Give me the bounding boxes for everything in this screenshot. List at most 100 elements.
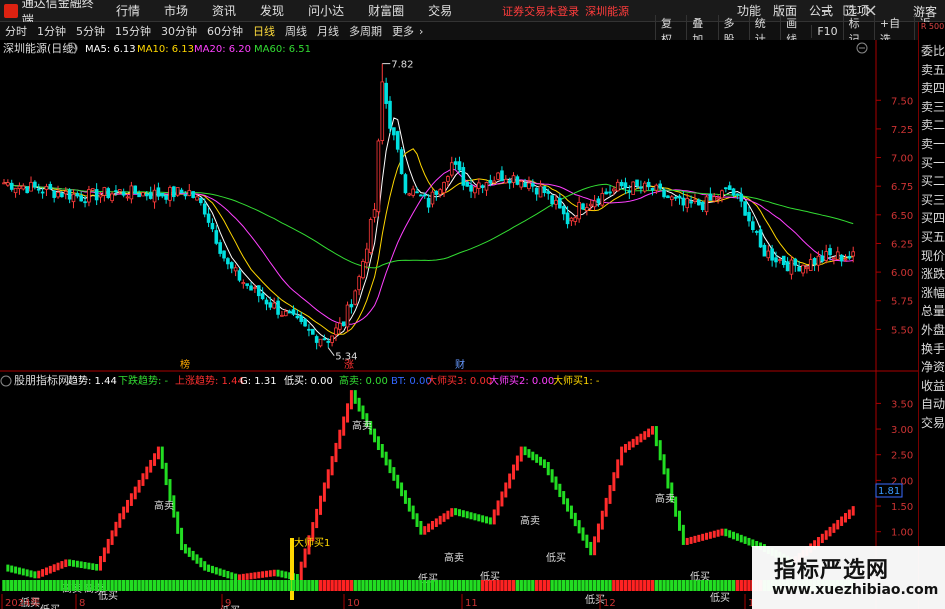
period-tab-timeshare[interactable]: 分时	[0, 23, 32, 39]
chart-area[interactable]: 7.50 7.25 7.00 6.75 6.50 6.25 6.00 5.75 5.50 深圳能…	[0, 40, 918, 609]
close-icon[interactable]	[865, 5, 876, 16]
tool-f10[interactable]: F10	[811, 24, 842, 38]
period-tab-multi[interactable]: 多周期	[344, 23, 387, 39]
ma-legend: MA5: 6.13 MA10: 6.13 MA20: 6.20 MA60: 6.51	[85, 44, 311, 55]
signal-cell	[369, 580, 373, 591]
quote-field-2[interactable]: 卖四	[919, 79, 945, 98]
candle-body	[353, 290, 358, 305]
trend-bar	[234, 573, 238, 581]
signal-cell	[148, 580, 153, 591]
trend-bar	[334, 442, 338, 463]
period-tab-daily[interactable]: 日线	[248, 23, 280, 39]
trend-bar	[230, 572, 234, 580]
trend-bar	[423, 526, 427, 535]
candle-body	[700, 201, 705, 210]
signal-cell	[280, 580, 284, 591]
indicator-field: G: 1.31	[240, 376, 277, 387]
period-tab-monthly[interactable]: 月线	[312, 23, 344, 39]
quote-field-16[interactable]: 换手	[919, 340, 945, 359]
trend-bar	[473, 513, 477, 521]
quote-field-14[interactable]: 总量	[919, 302, 945, 321]
signal-cell	[345, 580, 350, 591]
candle-body	[87, 189, 91, 203]
quote-field-18[interactable]: 收益	[919, 377, 945, 396]
signal-cell	[295, 580, 300, 591]
trend-bar	[542, 459, 546, 468]
trend-bar	[527, 449, 531, 458]
quote-field-9[interactable]: 买四	[919, 209, 945, 228]
signal-cell	[264, 580, 269, 591]
login-alert[interactable]: 证券交易未登录	[502, 3, 579, 19]
candle-body	[291, 309, 296, 315]
candle-body	[380, 81, 385, 141]
candle-body	[473, 186, 477, 194]
candle-body	[720, 190, 724, 199]
trend-bar	[149, 459, 153, 473]
trend-bar	[237, 574, 241, 581]
menu-market[interactable]: 市场	[152, 2, 200, 19]
event-mark[interactable]: 榜	[180, 358, 190, 371]
trend-bar	[820, 533, 824, 544]
quote-field-17[interactable]: 净资	[919, 358, 945, 377]
candle-body	[762, 244, 767, 257]
quote-field-5[interactable]: 卖一	[919, 135, 945, 154]
menu-wealth[interactable]: 财富圈	[356, 2, 416, 19]
quote-field-8[interactable]: 买三	[919, 191, 945, 210]
indicator-field: 大师买1: -	[553, 374, 600, 387]
trend-bar	[654, 426, 658, 447]
candle-body	[449, 162, 454, 176]
candle-body	[808, 259, 813, 271]
quote-field-20[interactable]: 交易	[919, 414, 945, 433]
signal-cell	[685, 580, 689, 591]
maximize-icon[interactable]	[843, 5, 854, 16]
menu-ask[interactable]: 问小达	[296, 2, 356, 19]
trend-bar	[357, 397, 361, 412]
signal-cell	[650, 580, 655, 591]
candle-body	[272, 302, 276, 309]
quote-field-6[interactable]: 买一	[919, 154, 945, 173]
quote-field-0[interactable]: 委比	[919, 42, 945, 61]
quote-field-4[interactable]: 卖二	[919, 116, 945, 135]
candle-body	[145, 193, 149, 197]
quote-field-15[interactable]: 外盘	[919, 321, 945, 340]
minimize-icon[interactable]	[822, 10, 831, 12]
menu-discover[interactable]: 发现	[248, 2, 296, 19]
trend-bar	[581, 527, 585, 541]
period-tab-30min[interactable]: 30分钟	[156, 23, 202, 39]
candle-body	[345, 304, 350, 328]
candle-body	[372, 209, 377, 218]
trend-bar	[461, 510, 465, 518]
quote-field-10[interactable]: 买五	[919, 228, 945, 247]
signal-cell	[187, 580, 191, 591]
quote-field-7[interactable]: 买二	[919, 172, 945, 191]
trend-bar	[141, 473, 145, 486]
trend-bar	[295, 574, 299, 581]
period-tab-weekly[interactable]: 周线	[280, 23, 312, 39]
quote-field-13[interactable]: 涨幅	[919, 284, 945, 303]
trend-bar	[685, 537, 689, 545]
signal-cell	[276, 580, 280, 591]
quote-field-19[interactable]: 自动	[919, 395, 945, 414]
signal-cell	[40, 580, 45, 591]
event-mark[interactable]: 财	[455, 358, 465, 371]
menu-quotes[interactable]: 行情	[104, 2, 152, 19]
quote-field-3[interactable]: 卖三	[919, 98, 945, 117]
quote-field-12[interactable]: 涨跌	[919, 265, 945, 284]
period-tab-5min[interactable]: 5分钟	[71, 23, 110, 39]
quote-field-1[interactable]: 卖五	[919, 61, 945, 80]
period-tab-60min[interactable]: 60分钟	[202, 23, 248, 39]
menu-news[interactable]: 资讯	[200, 2, 248, 19]
trend-bar	[253, 572, 257, 579]
period-tab-1min[interactable]: 1分钟	[32, 23, 71, 39]
period-tab-15min[interactable]: 15分钟	[110, 23, 156, 39]
menu-trade[interactable]: 交易	[416, 2, 464, 19]
period-tab-more[interactable]: 更多	[387, 23, 419, 39]
signal-cell	[419, 580, 423, 591]
candle-body	[623, 182, 628, 189]
candle-body	[48, 183, 53, 190]
trend-bar	[662, 454, 666, 475]
quote-field-11[interactable]: 现价	[919, 247, 945, 266]
signal-cell	[249, 580, 253, 591]
chevron-right-icon[interactable]: ›	[419, 25, 423, 38]
trend-bar	[176, 511, 180, 534]
